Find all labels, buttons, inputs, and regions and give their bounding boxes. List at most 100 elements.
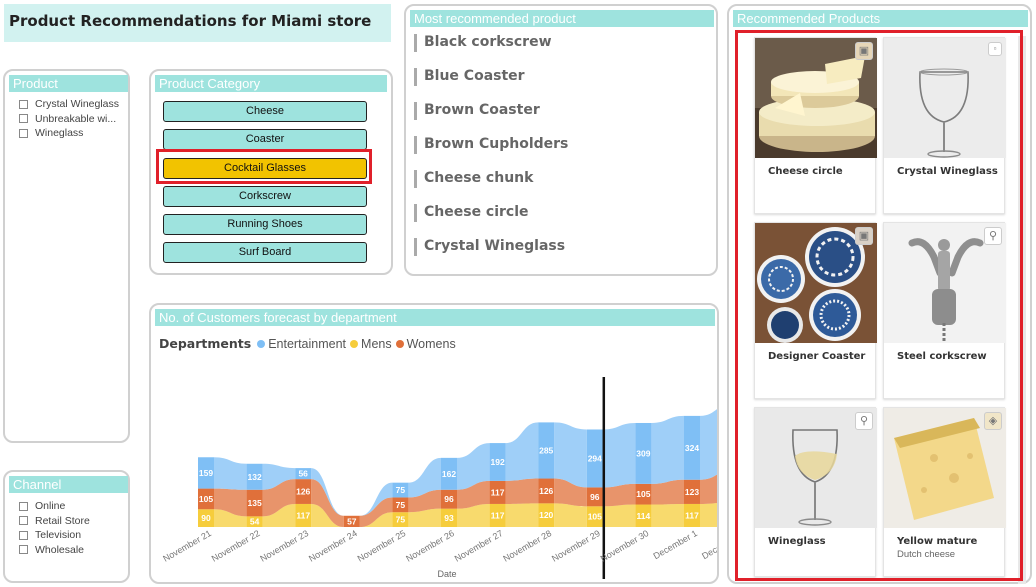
x-tick-label: November 22 [210, 528, 262, 564]
ribbon-mens [554, 503, 587, 527]
data-label: 159 [199, 468, 213, 478]
ribbon-entertainment [700, 409, 717, 480]
checkbox[interactable] [19, 545, 28, 555]
x-tick-label: November 29 [550, 528, 602, 564]
data-label: 192 [491, 457, 505, 467]
data-label: 162 [442, 469, 456, 479]
channel-slicer: Channel Online Retail Store Television W… [3, 470, 130, 583]
channel-option[interactable]: Wholesale [19, 543, 90, 558]
item-label: Black corkscrew [424, 34, 552, 50]
data-label: 120 [539, 510, 553, 520]
data-label: 285 [539, 445, 553, 455]
item-label: Brown Cupholders [424, 136, 569, 152]
option-label: Wholesale [35, 543, 85, 556]
data-label: 56 [298, 469, 308, 479]
legend-title: Departments [159, 336, 252, 351]
data-label: 75 [396, 485, 406, 495]
item-label: Crystal Wineglass [424, 238, 566, 254]
category-button-corkscrew[interactable]: Corkscrew [163, 186, 367, 207]
channel-option[interactable]: Television [19, 528, 90, 543]
ribbon-mens [700, 502, 717, 527]
list-item[interactable]: Blue Coaster [414, 68, 568, 102]
checkbox[interactable] [19, 516, 28, 526]
selected-category-highlight [156, 149, 372, 184]
product-option[interactable]: Crystal Wineglass [19, 97, 119, 112]
forecast-ribbon-chart: 90 54 117 75 93 117 120 105 114 117 126 105 135 126 57… [161, 377, 717, 579]
data-label: 126 [539, 486, 553, 496]
product-option[interactable]: Unbreakable wi... [19, 112, 119, 127]
data-label: 114 [637, 511, 651, 521]
legend-dot [395, 339, 404, 348]
data-label: 96 [444, 494, 454, 504]
ribbon-mens [505, 503, 539, 527]
checkbox[interactable] [19, 114, 28, 124]
x-tick-label: November 28 [501, 528, 553, 564]
x-axis-title: Date [437, 569, 456, 579]
data-label: 117 [296, 510, 310, 520]
product-option[interactable]: Wineglass [19, 126, 119, 141]
item-label: Brown Coaster [424, 102, 540, 118]
checkbox[interactable] [19, 501, 28, 511]
list-item[interactable]: Crystal Wineglass [414, 238, 568, 272]
option-label: Retail Store [35, 514, 90, 527]
category-button-cheese[interactable]: Cheese [163, 101, 367, 122]
ribbon-entertainment [554, 422, 587, 488]
most-recommended-header: Most recommended product [410, 10, 714, 27]
x-tick-label: December 1 [652, 528, 699, 561]
checkbox[interactable] [19, 530, 28, 540]
category-button-coaster[interactable]: Coaster [163, 129, 367, 150]
data-label: 123 [685, 487, 699, 497]
page-title-banner: Product Recommendations for Miami store [4, 4, 391, 42]
option-label: Crystal Wineglass [35, 98, 120, 111]
legend-dot [350, 339, 359, 348]
x-tick-label: November 25 [356, 528, 408, 564]
legend-label: Entertainment [268, 336, 347, 351]
data-label: 117 [685, 510, 699, 520]
data-label: 126 [296, 487, 310, 497]
data-label: 96 [590, 492, 600, 502]
ribbon-entertainment [602, 422, 636, 488]
item-marker [414, 136, 417, 154]
list-item[interactable]: Brown Cupholders [414, 136, 568, 170]
ribbon-mens [651, 503, 684, 527]
legend-dot [257, 339, 266, 348]
category-button-running-shoes[interactable]: Running Shoes [163, 214, 367, 235]
x-tick-label: November 21 [161, 528, 213, 564]
chart-legend: Departments Entertainment Mens Womens [159, 336, 460, 351]
data-label: 135 [248, 498, 262, 508]
list-item[interactable]: Cheese circle [414, 204, 568, 238]
list-item[interactable]: Brown Coaster [414, 102, 568, 136]
checkbox[interactable] [19, 99, 28, 109]
legend-item-womens[interactable]: Womens [395, 337, 456, 351]
channel-option[interactable]: Online [19, 499, 90, 514]
option-label: Online [35, 500, 66, 513]
data-label: 117 [491, 487, 505, 497]
legend-item-entertainment[interactable]: Entertainment [257, 337, 346, 351]
recommended-products-highlight [735, 30, 1023, 581]
item-marker [414, 238, 417, 256]
recommended-products-header: Recommended Products [733, 10, 1028, 27]
channel-option[interactable]: Retail Store [19, 514, 90, 529]
data-label: 117 [491, 510, 505, 520]
category-slicer-header: Product Category [155, 75, 387, 92]
forecast-chart-card: No. of Customers forecast by department … [149, 303, 719, 584]
list-item[interactable]: Cheese chunk [414, 170, 568, 204]
data-label: 75 [396, 500, 406, 510]
option-label: Unbreakable wi... [35, 112, 117, 125]
ribbon-entertainment [651, 415, 684, 484]
x-tick-label: November 26 [404, 528, 456, 564]
item-label: Cheese circle [424, 204, 529, 220]
data-label: 309 [636, 448, 650, 458]
x-tick-label: December 2 [700, 528, 717, 561]
item-marker [414, 170, 417, 188]
data-label: 105 [199, 494, 213, 504]
product-slicer-header: Product [9, 75, 128, 92]
list-item[interactable]: Black corkscrew [414, 34, 568, 68]
data-label: 132 [248, 472, 262, 482]
ribbon-entertainment [505, 422, 539, 481]
checkbox[interactable] [19, 128, 28, 138]
data-label: 75 [396, 515, 406, 525]
channel-slicer-header: Channel [9, 476, 128, 493]
legend-item-mens[interactable]: Mens [350, 337, 392, 351]
category-button-surf-board[interactable]: Surf Board [163, 242, 367, 263]
